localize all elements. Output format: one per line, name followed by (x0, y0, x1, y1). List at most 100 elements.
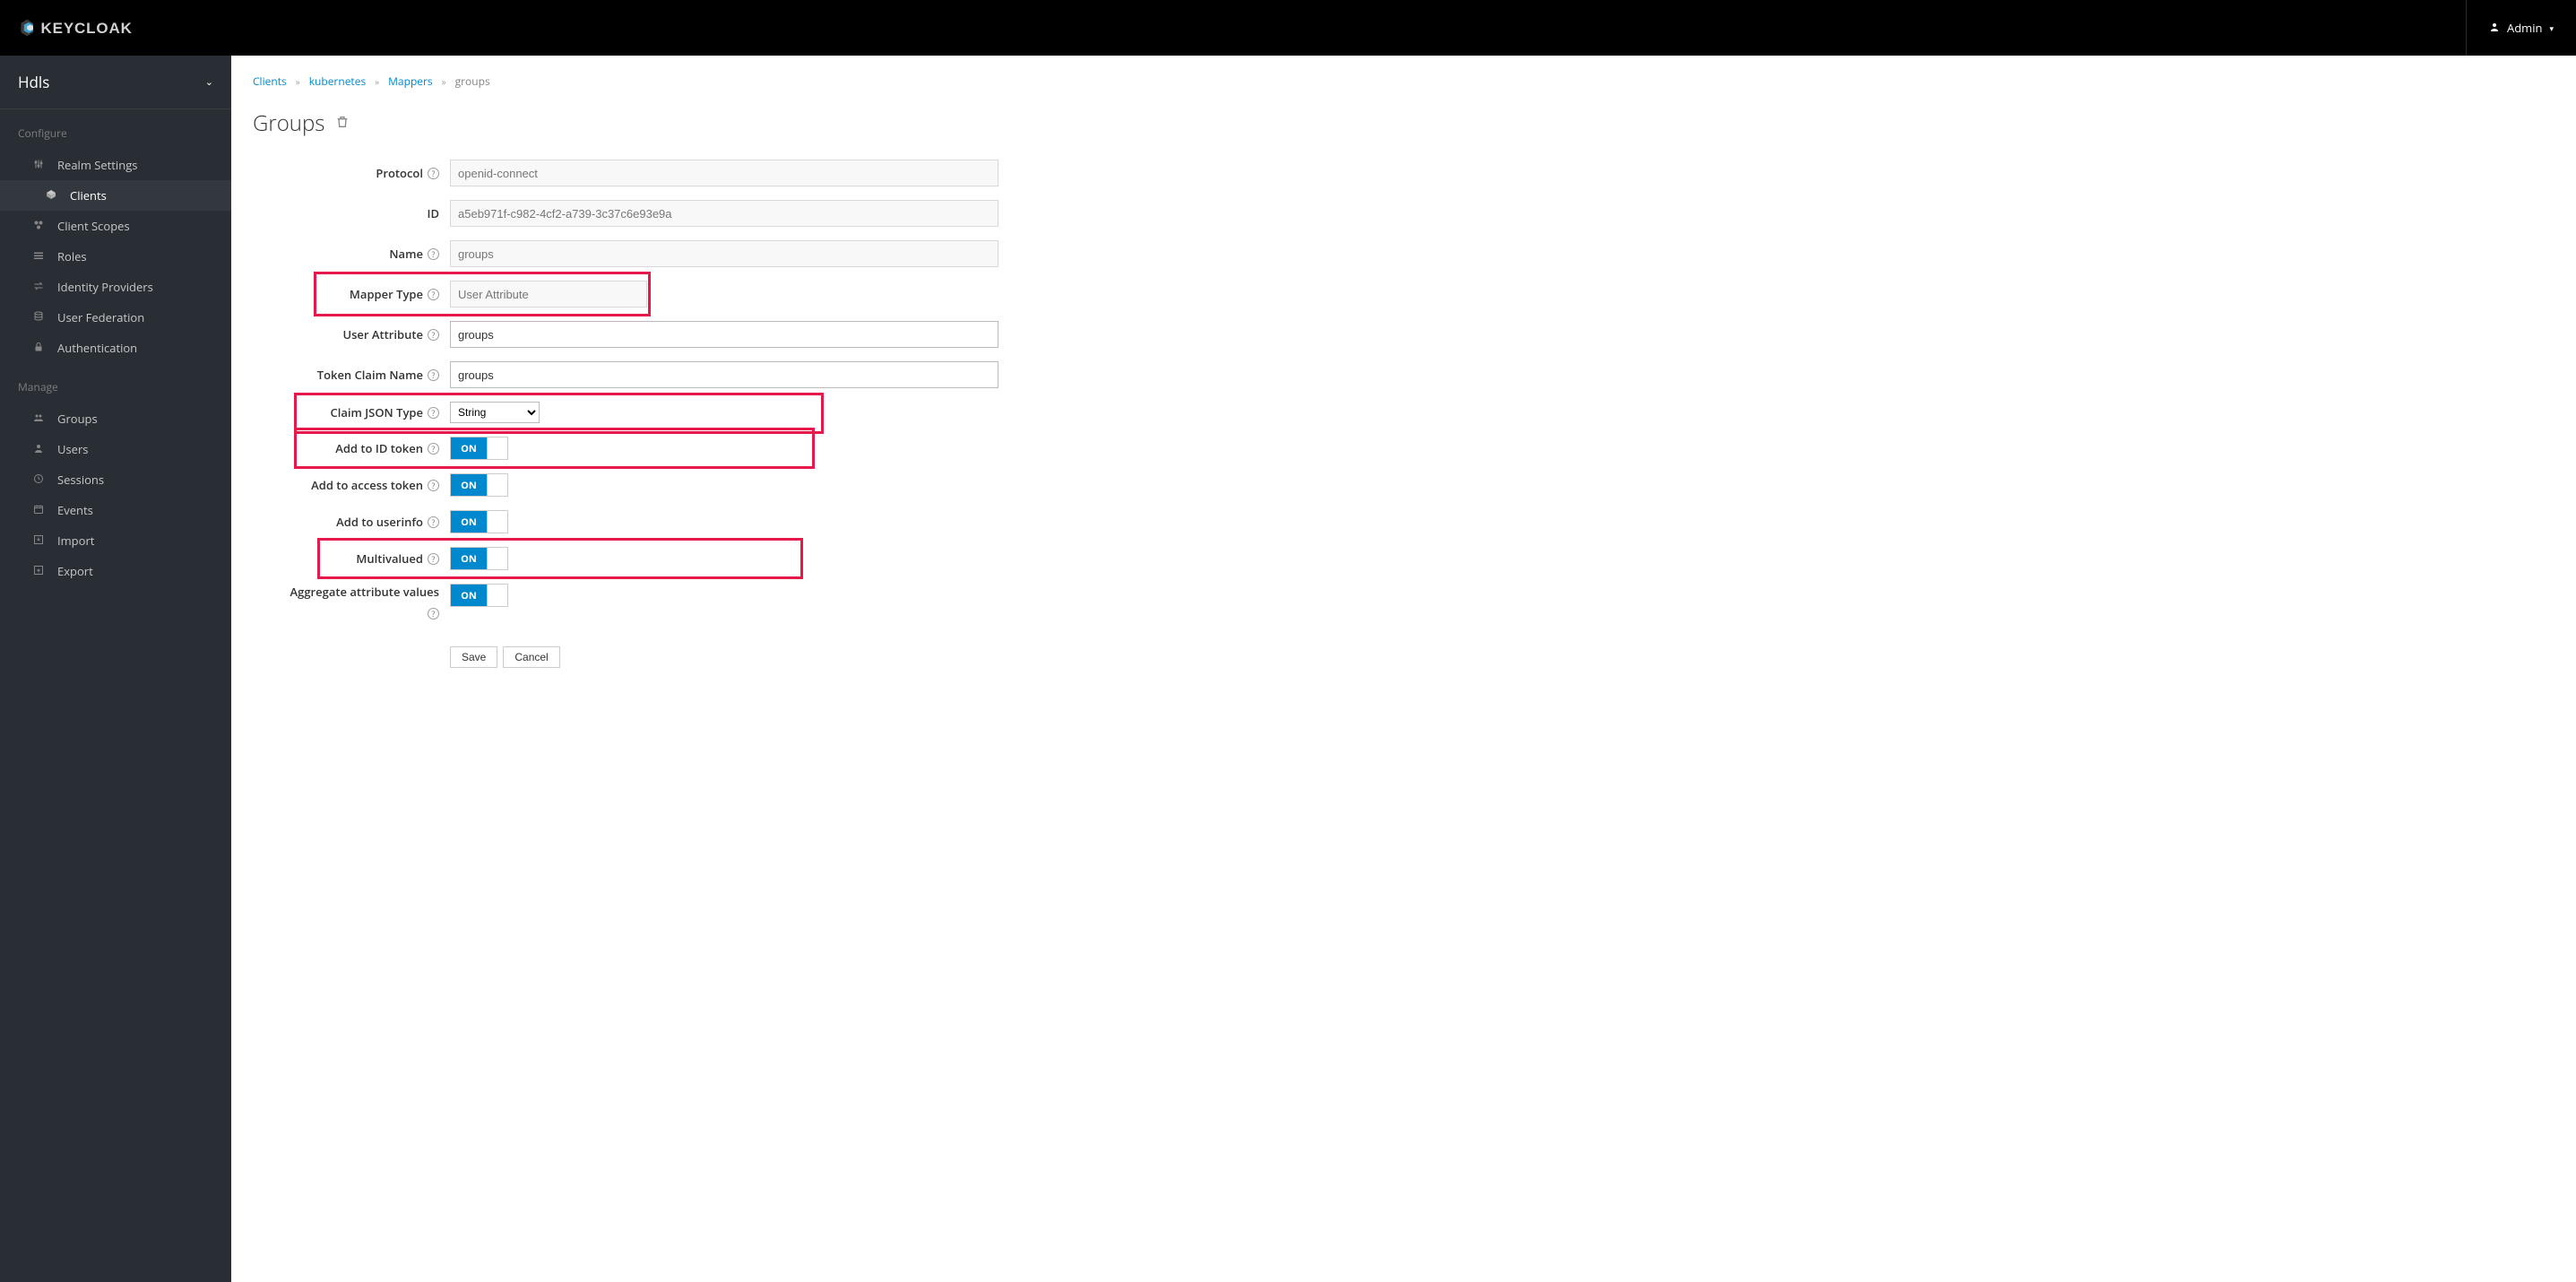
help-icon[interactable]: ? (428, 443, 439, 455)
calendar-icon (32, 503, 45, 518)
user-icon (2489, 20, 2500, 36)
input-user-attribute[interactable] (450, 321, 998, 348)
input-token-claim-name[interactable] (450, 361, 998, 388)
row-add-to-id-token: Add to ID token ? ON (253, 437, 2554, 460)
toggle-state: ON (451, 585, 487, 606)
help-icon[interactable]: ? (428, 480, 439, 491)
toggle-add-to-id-token[interactable]: ON (450, 437, 508, 460)
label-multivalued: Multivalued (356, 550, 423, 567)
chevron-down-icon: ▾ (2549, 22, 2554, 34)
help-icon[interactable]: ? (428, 369, 439, 381)
sidebar-item-export[interactable]: Export (0, 556, 231, 586)
label-aggregate: Aggregate attribute values (290, 584, 439, 600)
sidebar-item-sessions[interactable]: Sessions (0, 464, 231, 495)
label-add-to-id-token: Add to ID token (335, 440, 423, 456)
row-add-to-access-token: Add to access token ? ON (253, 473, 2554, 497)
keycloak-logo-icon: KEYCLOAK (18, 15, 170, 40)
sidebar-item-label: Realm Settings (57, 157, 137, 173)
breadcrumb: Clients » kubernetes » Mappers » groups (253, 74, 2554, 89)
label-token-claim-name: Token Claim Name (317, 367, 423, 383)
sidebar-item-label: Roles (57, 248, 87, 264)
sidebar-item-import[interactable]: Import (0, 525, 231, 556)
toggle-knob (487, 585, 507, 606)
help-icon[interactable]: ? (428, 608, 439, 619)
help-icon[interactable]: ? (428, 168, 439, 179)
sliders-icon (32, 158, 45, 173)
clock-icon (32, 472, 45, 488)
row-multivalued: Multivalued ? ON (253, 547, 2554, 570)
sidebar-item-label: Sessions (57, 472, 104, 488)
sidebar-section-manage: Manage (0, 363, 231, 403)
page-title-text: Groups (253, 108, 324, 138)
row-token-claim-name: Token Claim Name ? (253, 361, 2554, 388)
help-icon[interactable]: ? (428, 553, 439, 565)
breadcrumb-link-kubernetes[interactable]: kubernetes (309, 74, 366, 89)
sidebar-item-clients[interactable]: Clients (0, 180, 231, 211)
main-content: Clients » kubernetes » Mappers » groups … (231, 56, 2576, 1282)
import-icon (32, 533, 45, 549)
user-icon (32, 442, 45, 457)
row-add-to-userinfo: Add to userinfo ? ON (253, 510, 2554, 533)
input-protocol (450, 160, 998, 186)
label-user-attribute: User Attribute (342, 326, 423, 342)
sidebar-item-client-scopes[interactable]: Client Scopes (0, 211, 231, 241)
page-title: Groups (253, 108, 2554, 138)
sidebar-section-configure: Configure (0, 109, 231, 150)
sidebar-item-roles[interactable]: Roles (0, 241, 231, 272)
sidebar-item-label: Groups (57, 411, 98, 427)
help-icon[interactable]: ? (428, 289, 439, 300)
help-icon[interactable]: ? (428, 248, 439, 260)
label-id: ID (428, 205, 440, 221)
row-protocol: Protocol ? (253, 160, 2554, 186)
toggle-multivalued[interactable]: ON (450, 547, 508, 570)
lock-icon (32, 341, 45, 356)
export-icon (32, 564, 45, 579)
sidebar-item-user-federation[interactable]: User Federation (0, 302, 231, 333)
sidebar-item-events[interactable]: Events (0, 495, 231, 525)
form-buttons: Save Cancel (450, 646, 2554, 668)
breadcrumb-separator-icon: » (296, 75, 300, 88)
user-name: Admin (2507, 20, 2542, 36)
breadcrumb-link-mappers[interactable]: Mappers (388, 74, 433, 89)
help-icon[interactable]: ? (428, 407, 439, 419)
exchange-icon (32, 280, 45, 295)
label-add-to-userinfo: Add to userinfo (336, 514, 423, 530)
realm-selector[interactable]: Hdls ⌄ (0, 56, 231, 109)
brand-logo[interactable]: KEYCLOAK (0, 0, 170, 56)
label-protocol: Protocol (376, 165, 423, 181)
realm-name: Hdls (18, 72, 49, 92)
row-aggregate: Aggregate attribute values ? ON (253, 584, 2554, 619)
toggle-state: ON (451, 474, 487, 496)
sidebar-item-label: Users (57, 441, 88, 457)
list-icon (32, 249, 45, 264)
sidebar-item-identity-providers[interactable]: Identity Providers (0, 272, 231, 302)
help-icon[interactable]: ? (428, 516, 439, 528)
label-add-to-access-token: Add to access token (311, 477, 423, 493)
select-claim-json-type[interactable]: String (450, 402, 540, 423)
groups-icon (32, 411, 45, 427)
sidebar-item-label: Identity Providers (57, 279, 153, 295)
breadcrumb-current: groups (455, 74, 490, 89)
sidebar-item-users[interactable]: Users (0, 434, 231, 464)
save-button[interactable]: Save (450, 646, 497, 668)
sidebar-item-groups[interactable]: Groups (0, 403, 231, 434)
toggle-add-to-userinfo[interactable]: ON (450, 510, 508, 533)
toggle-state: ON (451, 548, 487, 569)
user-menu[interactable]: Admin ▾ (2466, 0, 2576, 56)
help-icon[interactable]: ? (428, 329, 439, 341)
toggle-aggregate[interactable]: ON (450, 584, 508, 607)
scopes-icon (32, 219, 45, 234)
sidebar-item-realm-settings[interactable]: Realm Settings (0, 150, 231, 180)
sidebar-item-authentication[interactable]: Authentication (0, 333, 231, 363)
navbar: KEYCLOAK Admin ▾ (0, 0, 2576, 56)
breadcrumb-separator-icon: » (442, 75, 446, 88)
svg-text:KEYCLOAK: KEYCLOAK (41, 20, 133, 37)
label-name: Name (389, 246, 423, 262)
row-user-attribute: User Attribute ? (253, 321, 2554, 348)
chevron-down-icon: ⌄ (205, 75, 213, 89)
toggle-add-to-access-token[interactable]: ON (450, 473, 508, 497)
toggle-knob (487, 548, 507, 569)
delete-icon[interactable] (335, 113, 350, 134)
cancel-button[interactable]: Cancel (503, 646, 559, 668)
breadcrumb-link-clients[interactable]: Clients (253, 74, 287, 89)
